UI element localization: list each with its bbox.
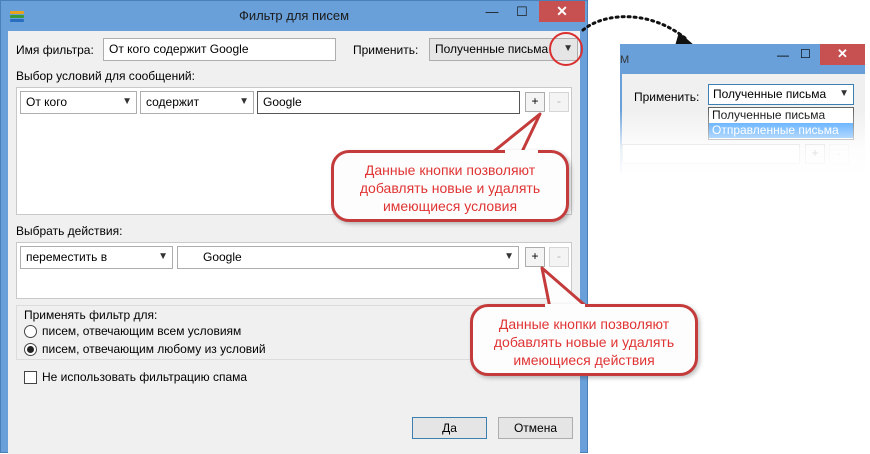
cancel-button[interactable]: Отмена	[498, 417, 573, 439]
condition-operator-value: содержит	[146, 95, 200, 109]
inset-close-button[interactable]: ✕	[820, 44, 865, 65]
title-bar: Фильтр для писем — ☐ ✕	[1, 1, 587, 31]
apply-filter-label: Применять фильтр для:	[24, 308, 158, 322]
radio-all-conditions[interactable]	[24, 325, 37, 338]
inset-window: M — ☐ ✕ Применить: Полученные письма ▼ П…	[620, 44, 865, 174]
condition-field-select[interactable]: От кого ▼	[20, 91, 137, 114]
spam-checkbox[interactable]	[24, 371, 37, 384]
chevron-down-icon: ▼	[122, 96, 132, 107]
callout-actions: Данные кнопки позволяют добавлять новые …	[470, 304, 698, 376]
filter-name-label: Имя фильтра:	[16, 43, 94, 57]
remove-action-button[interactable]: -	[549, 247, 569, 267]
inset-apply-label: Применить:	[634, 90, 700, 104]
action-target-select[interactable]: Google ▼	[177, 246, 519, 269]
spam-checkbox-label: Не использовать фильтрацию спама	[42, 370, 248, 384]
ok-button[interactable]: Да	[412, 417, 487, 439]
actions-group-label: Выбрать действия:	[16, 224, 123, 238]
callout-actions-text: Данные кнопки позволяют добавлять новые …	[493, 316, 675, 368]
dropdown-option-sent[interactable]: Отправленные письма	[709, 123, 853, 138]
remove-condition-button[interactable]: -	[549, 92, 569, 112]
inset-condition-input	[622, 144, 800, 164]
filter-dialog-window: Фильтр для писем — ☐ ✕ Имя фильтра: От к…	[0, 0, 588, 454]
callout-conditions-text: Данные кнопки позволяют добавлять новые …	[359, 162, 541, 214]
inset-apply-select[interactable]: Полученные письма ▼	[708, 84, 854, 105]
radio-any-condition-label: писем, отвечающим любому из условий	[42, 342, 266, 356]
apply-to-value: Полученные письма	[435, 42, 549, 56]
radio-all-conditions-label: писем, отвечающим всем условиям	[42, 324, 242, 338]
dropdown-option-received[interactable]: Полученные письма	[709, 108, 853, 123]
maximize-button[interactable]: ☐	[509, 3, 535, 23]
conditions-group-label: Выбор условий для сообщений:	[16, 69, 195, 83]
radio-any-condition[interactable]	[24, 343, 37, 356]
action-type-value: переместить в	[26, 250, 108, 264]
add-condition-button[interactable]: +	[525, 92, 545, 112]
inset-maximize-button[interactable]: ☐	[800, 47, 811, 61]
add-action-button[interactable]: +	[525, 247, 545, 267]
actions-list: переместить в ▼ Google ▼ + -	[16, 242, 572, 299]
callout-conditions: Данные кнопки позволяют добавлять новые …	[331, 150, 569, 222]
filter-name-input[interactable]: От кого содержит Google	[103, 38, 336, 61]
inset-title-fragment: M	[620, 54, 630, 66]
action-type-select[interactable]: переместить в ▼	[20, 246, 173, 269]
inset-minimize-button[interactable]: —	[777, 48, 789, 62]
inset-remove-button[interactable]: -	[829, 144, 849, 164]
chevron-down-icon: ▼	[839, 88, 849, 99]
minimize-button[interactable]: —	[479, 3, 505, 23]
chevron-down-icon: ▼	[504, 251, 514, 262]
inset-dropdown-list: Полученные письма Отправленные письма	[708, 107, 854, 140]
inset-add-button[interactable]: +	[805, 144, 825, 164]
condition-field-value: От кого	[26, 95, 68, 109]
condition-value-input[interactable]: Google	[257, 91, 520, 114]
callout-joint	[505, 150, 538, 154]
inset-body: Применить: Полученные письма ▼ Полученны…	[622, 74, 865, 174]
chevron-down-icon: ▼	[239, 96, 249, 107]
inset-apply-value: Полученные письма	[713, 87, 827, 101]
chevron-down-icon: ▼	[158, 251, 168, 262]
condition-operator-select[interactable]: содержит ▼	[140, 91, 254, 114]
apply-to-label: Применить:	[353, 43, 419, 57]
dialog-body: Имя фильтра: От кого содержит Google При…	[8, 31, 580, 454]
action-target-value: Google	[203, 250, 242, 264]
callout-joint	[545, 304, 585, 308]
